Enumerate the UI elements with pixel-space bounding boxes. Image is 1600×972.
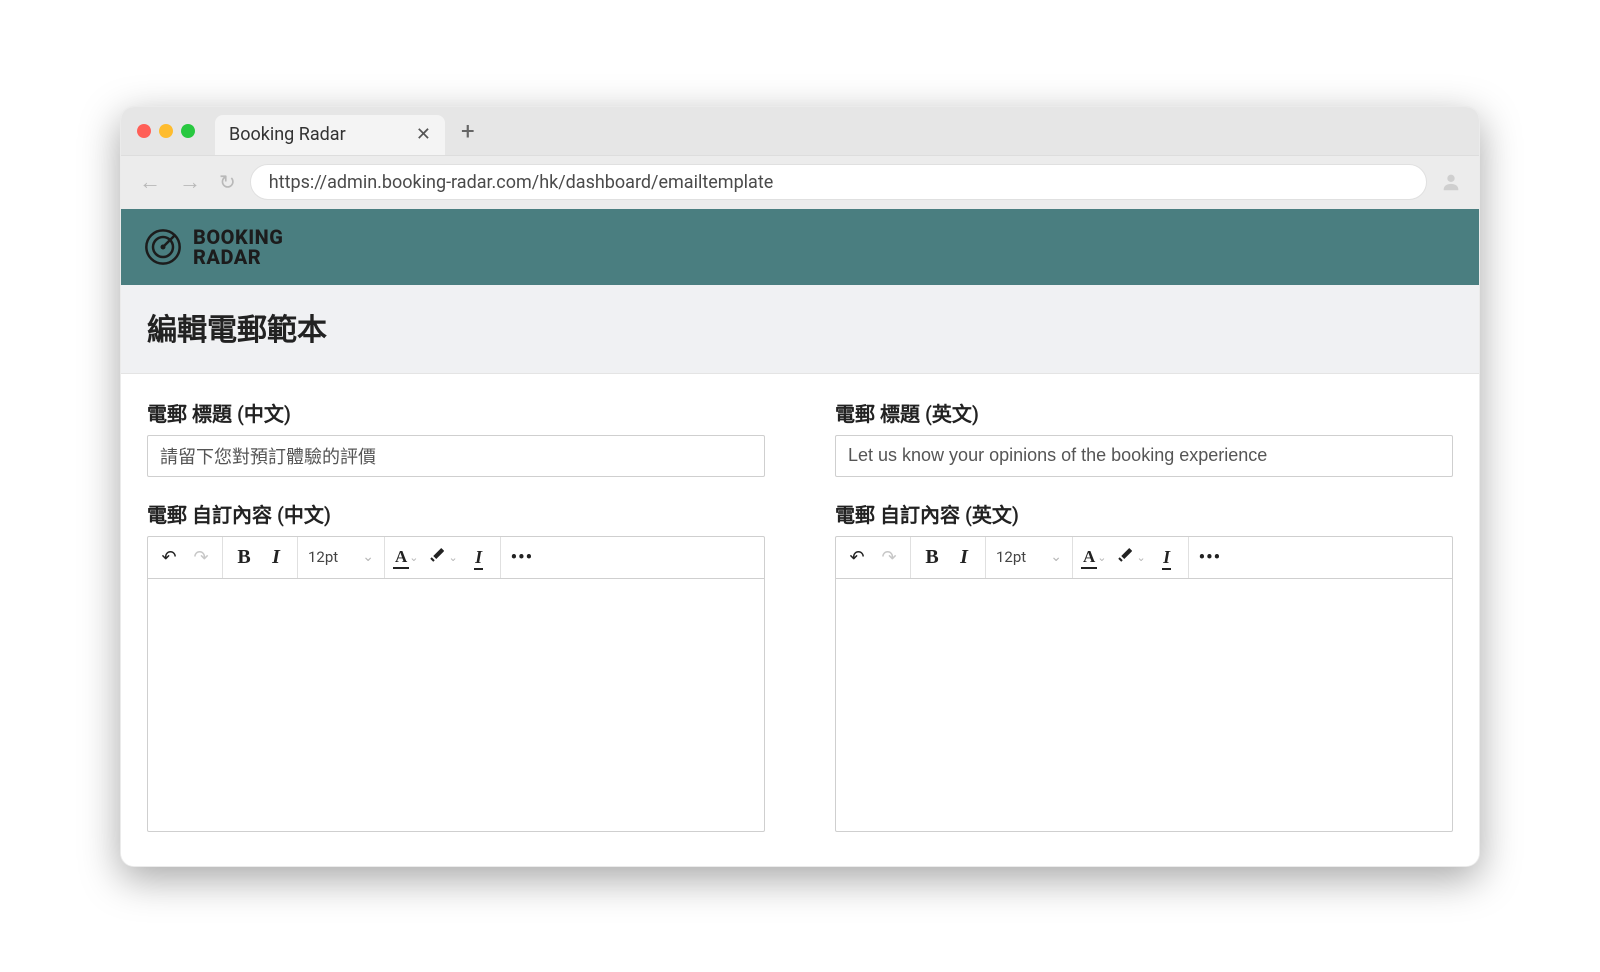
italic-button[interactable]: I	[265, 543, 287, 571]
text-color-button[interactable]: A⌄	[1083, 543, 1107, 571]
zh-content-label: 電郵 自訂內容 (中文)	[147, 499, 765, 528]
column-english: 電郵 標題 (英文) 電郵 自訂內容 (英文) ↶ ↷ B I 12pt	[835, 398, 1453, 832]
tab-close-icon[interactable]: ✕	[416, 124, 431, 145]
highlighter-icon	[428, 546, 446, 569]
more-options-button[interactable]: •••	[1199, 543, 1221, 571]
highlight-color-button[interactable]: ⌄	[1116, 543, 1145, 571]
zh-editor-toolbar: ↶ ↷ B I 12pt ⌄ A⌄	[148, 537, 764, 579]
tab-title: Booking Radar	[229, 124, 346, 145]
content-area: 電郵 標題 (中文) 電郵 自訂內容 (中文) ↶ ↷ B I 12pt	[121, 374, 1479, 866]
browser-tab[interactable]: Booking Radar ✕	[215, 115, 445, 155]
redo-icon[interactable]: ↷	[190, 543, 212, 571]
font-size-select[interactable]: 12pt ⌄	[996, 548, 1062, 566]
clear-format-button[interactable]: I	[1156, 543, 1178, 571]
chevron-down-icon: ⌄	[362, 549, 374, 565]
en-title-label: 電郵 標題 (英文)	[835, 398, 1453, 427]
window-controls	[137, 124, 195, 138]
en-editor-body[interactable]	[836, 579, 1452, 831]
highlight-color-button[interactable]: ⌄	[428, 543, 457, 571]
radar-icon	[143, 227, 183, 267]
brand-text: BOOKING RADAR	[193, 227, 283, 267]
chevron-down-icon: ⌄	[409, 551, 418, 564]
undo-icon[interactable]: ↶	[846, 543, 868, 571]
highlighter-icon	[1116, 546, 1134, 569]
text-color-button[interactable]: A⌄	[395, 543, 419, 571]
brand-logo[interactable]: BOOKING RADAR	[143, 227, 283, 267]
window-minimize-button[interactable]	[159, 124, 173, 138]
address-bar[interactable]: https://admin.booking-radar.com/hk/dashb…	[250, 164, 1427, 200]
window-close-button[interactable]	[137, 124, 151, 138]
italic-button[interactable]: I	[953, 543, 975, 571]
zh-rich-editor: ↶ ↷ B I 12pt ⌄ A⌄	[147, 536, 765, 832]
page-title-bar: 編輯電郵範本	[121, 285, 1479, 374]
en-editor-toolbar: ↶ ↷ B I 12pt ⌄ A⌄	[836, 537, 1452, 579]
window-maximize-button[interactable]	[181, 124, 195, 138]
new-tab-button[interactable]: +	[453, 117, 483, 145]
browser-toolbar: ← → ↻ https://admin.booking-radar.com/hk…	[121, 155, 1479, 209]
tab-strip: Booking Radar ✕ +	[121, 107, 1479, 155]
bold-button[interactable]: B	[233, 543, 255, 571]
more-options-button[interactable]: •••	[511, 543, 533, 571]
app-header: BOOKING RADAR	[121, 209, 1479, 285]
chevron-down-icon: ⌄	[448, 551, 457, 564]
zh-title-label: 電郵 標題 (中文)	[147, 398, 765, 427]
en-rich-editor: ↶ ↷ B I 12pt ⌄ A⌄	[835, 536, 1453, 832]
forward-button[interactable]: →	[175, 169, 205, 195]
url-text: https://admin.booking-radar.com/hk/dashb…	[269, 172, 774, 193]
chevron-down-icon: ⌄	[1136, 551, 1145, 564]
zh-editor-body[interactable]	[148, 579, 764, 831]
profile-icon[interactable]	[1437, 168, 1465, 196]
page-title: 編輯電郵範本	[147, 305, 1453, 349]
chevron-down-icon: ⌄	[1097, 551, 1106, 564]
en-content-label: 電郵 自訂內容 (英文)	[835, 499, 1453, 528]
en-title-input[interactable]	[835, 435, 1453, 477]
undo-icon[interactable]: ↶	[158, 543, 180, 571]
redo-icon[interactable]: ↷	[878, 543, 900, 571]
font-size-select[interactable]: 12pt ⌄	[308, 548, 374, 566]
browser-window: Booking Radar ✕ + ← → ↻ https://admin.bo…	[120, 106, 1480, 867]
back-button[interactable]: ←	[135, 169, 165, 195]
bold-button[interactable]: B	[921, 543, 943, 571]
zh-title-input[interactable]	[147, 435, 765, 477]
reload-button[interactable]: ↻	[215, 170, 240, 194]
clear-format-button[interactable]: I	[468, 543, 490, 571]
column-chinese: 電郵 標題 (中文) 電郵 自訂內容 (中文) ↶ ↷ B I 12pt	[147, 398, 765, 832]
chevron-down-icon: ⌄	[1050, 549, 1062, 565]
